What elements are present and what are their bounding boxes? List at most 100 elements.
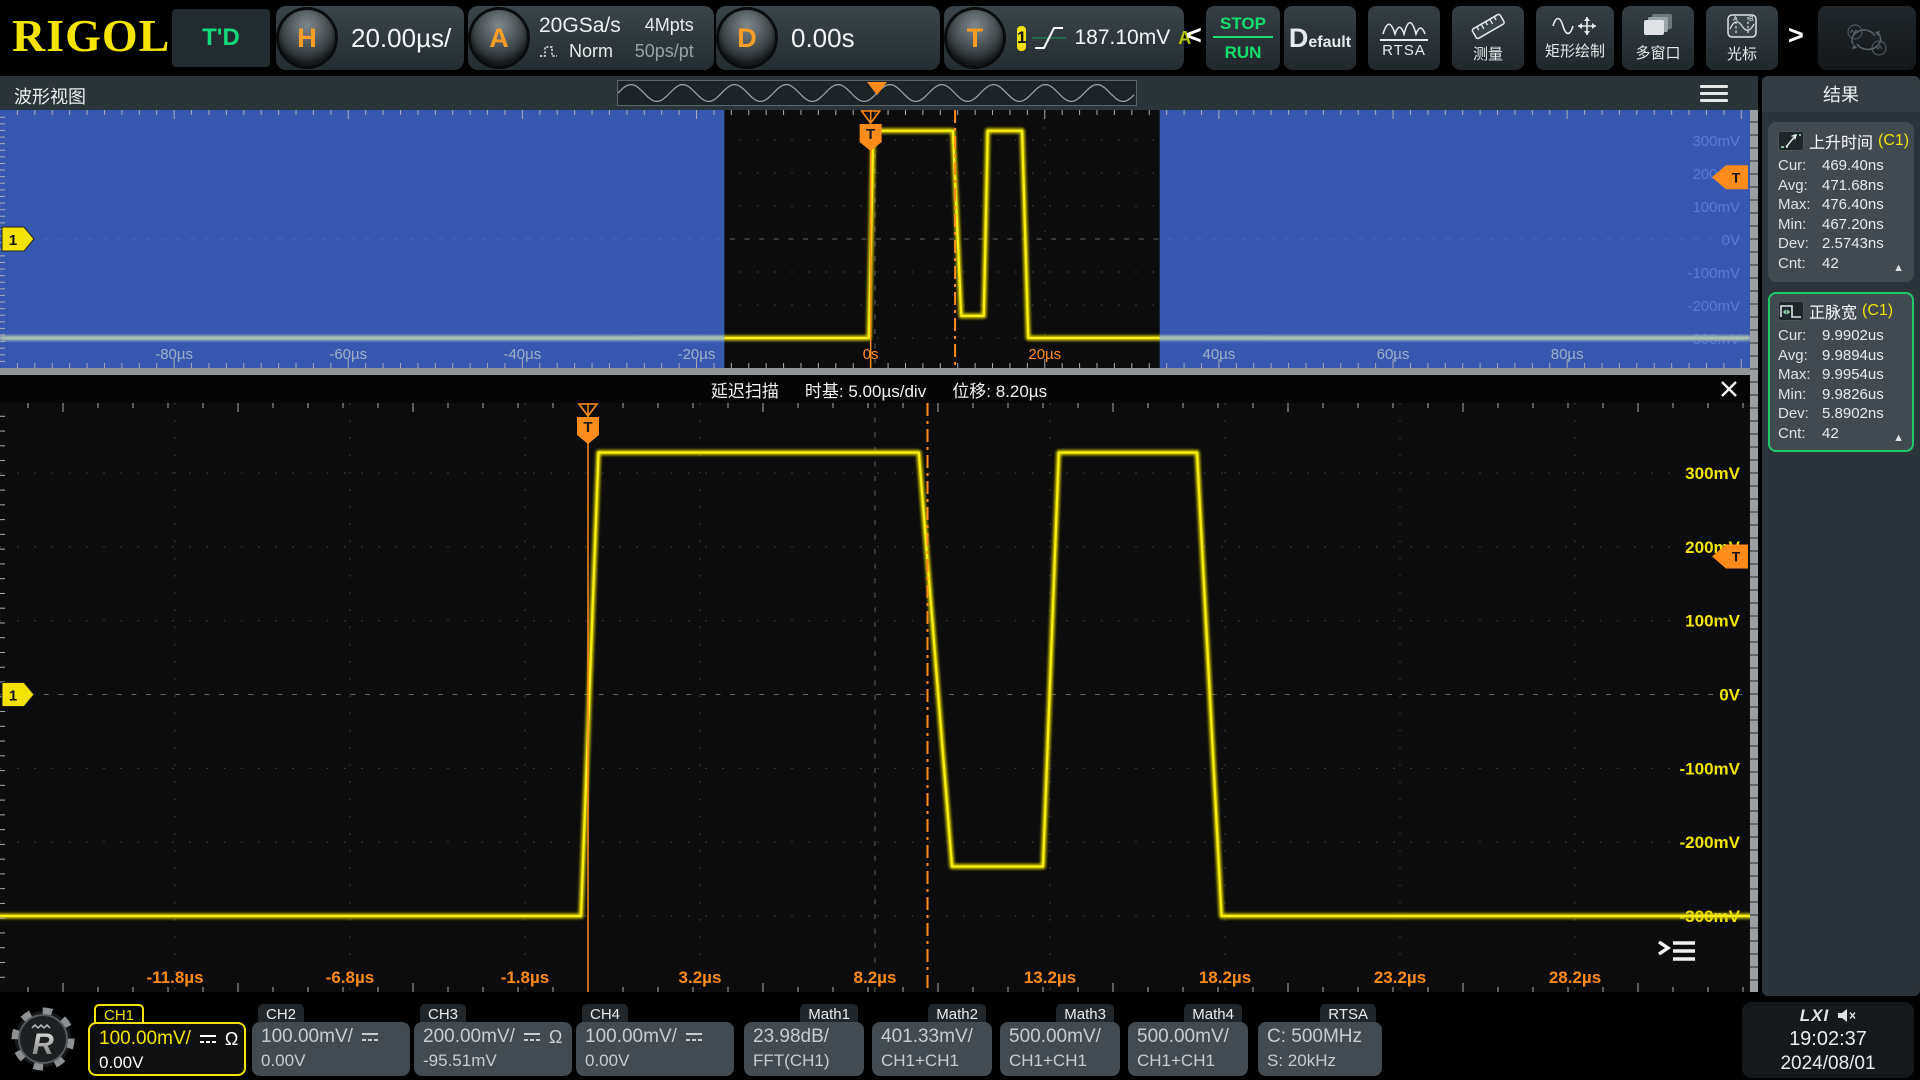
measurement-card-rise-time[interactable]: 上升时间(C1)Cur:469.40nsAvg:471.68nsMax:476.… [1768,122,1914,282]
a-knob[interactable]: A [471,10,527,66]
main-waveform-plot[interactable]: 300mV200mV100mV0V-100mV-200mV-300mV-80µs… [0,110,1750,368]
h-knob[interactable]: H [279,10,335,66]
close-icon[interactable] [1718,378,1740,400]
measurement-channel: (C1) [1862,302,1893,320]
memory-depth: 4Mpts [645,15,694,36]
draw-rect-button[interactable]: 矩形绘制 [1536,6,1614,70]
measurement-row: Dev:5.8902ns [1778,404,1904,424]
measurement-row: Max:476.40ns [1778,195,1904,215]
rigol-gear-logo[interactable]: R [8,1004,78,1074]
svg-text:0V: 0V [1719,686,1740,705]
channel-block-ch3[interactable]: CH3 200.00mV/ Ω -95.51mV [414,1004,572,1076]
timebase-value: 20.00µs/ [351,23,451,54]
svg-text:R: R [32,1028,54,1061]
svg-text:23.2µs: 23.2µs [1374,968,1426,987]
delayed-waveform-plot[interactable]: 300mV200mV100mV0V-100mV-200mV-300mV-11.8… [0,403,1750,992]
ch3-tab: CH3 [420,1004,466,1024]
measurement-row: Dev:2.5743ns [1778,234,1904,254]
cursor-label: 光标 [1727,43,1757,64]
math1-source: FFT(CH1) [753,1051,855,1071]
status-block[interactable]: LXI 19:02:37 2024/08/01 [1742,1002,1914,1078]
delay-value: 0.00s [791,23,855,54]
rise-time-icon [1778,131,1804,151]
loop-arrows-icon [1839,18,1895,58]
rtsa-span: S: 20kHz [1267,1051,1373,1071]
trigger-source-badge: 1 [1017,26,1026,51]
rtsa-label: RTSA [1380,39,1428,59]
rtsa-block[interactable]: RTSA C: 500MHz S: 20kHz [1258,1004,1382,1076]
measurement-row: Avg:9.9894us [1778,346,1904,366]
svg-text:-100mV: -100mV [1680,759,1741,778]
measurement-name: 上升时间 [1809,129,1873,153]
unzoomed-region-left [0,110,724,368]
math3-block[interactable]: Math3 500.00mV/ CH1+CH1 [1000,1004,1120,1076]
svg-text:A: A [1733,16,1738,23]
ch1-offset: 0.00V [99,1053,235,1073]
channel-block-ch2[interactable]: CH2 100.00mV/ 0.00V [252,1004,410,1076]
measure-button[interactable]: 测量 [1452,6,1524,70]
trigger-control[interactable]: T 1 187.10mV A [944,6,1184,70]
channel-block-ch1[interactable]: CH1 100.00mV/ Ω 0.00V [88,1004,246,1076]
draw-rect-icon [1551,15,1599,37]
multi-window-button[interactable]: 多窗口 [1622,6,1694,70]
math1-block[interactable]: Math1 23.98dB/ FFT(CH1) [744,1004,864,1076]
acquire-mode-icon [539,45,563,58]
acquisition-control[interactable]: A 20GSa/s Norm 4Mpts 50ps/pt [468,6,714,70]
navigator-trigger-marker[interactable] [867,82,887,95]
date: 2024/08/01 [1780,1053,1875,1075]
toolbar-next-arrow[interactable]: > [1788,20,1804,51]
measurement-row: Avg:471.68ns [1778,176,1904,196]
cursor-icon: AB [1725,12,1759,40]
svg-text:300mV: 300mV [1685,464,1740,483]
collapse-icon[interactable]: ▲ [1893,262,1904,274]
measurement-row: Max:9.9954us [1778,365,1904,385]
measurement-name: 正脉宽 [1809,299,1857,323]
measurement-channel: (C1) [1878,132,1909,150]
channel-block-ch4[interactable]: CH4 100.00mV/ 0.00V [576,1004,734,1076]
math2-block[interactable]: Math2 401.33mV/ CH1+CH1 [872,1004,992,1076]
rtsa-button[interactable]: RTSA [1368,6,1440,70]
measurement-row: Min:467.20ns [1778,215,1904,235]
svg-text:28.2µs: 28.2µs [1549,968,1601,987]
trigger-level-value: 187.10mV [1074,26,1170,50]
svg-text:100mV: 100mV [1685,612,1740,631]
waveform-view-header: 波形视图 [0,76,1758,110]
ch2-offset: 0.00V [261,1051,401,1071]
vertical-scale-ruler[interactable] [1750,110,1758,992]
horizontal-scrollbar[interactable] [0,368,1758,375]
waveform-loop-button[interactable] [1818,6,1916,70]
svg-text:3.2µs: 3.2µs [679,968,722,987]
ch4-tab: CH4 [582,1004,628,1024]
svg-text:-80µs: -80µs [155,346,193,363]
t-knob[interactable]: T [947,10,1003,66]
multi-window-icon [1640,13,1676,39]
speaker-muted-icon [1837,1008,1856,1023]
impedance-label: Ω [225,1029,238,1050]
math4-block[interactable]: Math4 500.00mV/ CH1+CH1 [1128,1004,1248,1076]
expand-menu-icon[interactable] [1656,936,1698,966]
svg-text:-60µs: -60µs [329,346,367,363]
d-knob[interactable]: D [719,10,775,66]
svg-text:T: T [1732,169,1741,185]
results-sidebar: 结果 上升时间(C1)Cur:469.40nsAvg:471.68nsMax:4… [1762,76,1920,996]
rtsa-tab: RTSA [1320,1004,1376,1024]
ch1-tab: CH1 [94,1004,144,1024]
measurement-card-pulse-width[interactable]: 正脉宽 (C1) Cur:9.9902usAvg:9.9894usMax:9.995… [1768,292,1914,452]
collapse-icon[interactable]: ▲ [1893,432,1904,444]
menu-icon[interactable] [1700,85,1728,106]
horizontal-delay-control[interactable]: D 0.00s [716,6,940,70]
horizontal-timebase-control[interactable]: H 20.00µs/ [276,6,464,70]
svg-text:T: T [1732,548,1741,564]
toolbar-prev-arrow[interactable]: < [1186,20,1202,51]
navigator-sine-icon [618,81,1136,105]
measurement-row: Cnt:42 [1778,254,1904,274]
rigol-logo: RIGOL [12,10,170,62]
waveform-navigator[interactable] [617,80,1137,106]
svg-text:18.2µs: 18.2µs [1199,968,1251,987]
measurement-row: Cur:9.9902us [1778,326,1904,346]
cursor-button[interactable]: AB 光标 [1706,6,1778,70]
svg-text:-1.8µs: -1.8µs [501,968,550,987]
impedance-label: Ω [549,1027,562,1048]
default-button[interactable]: Default [1284,6,1356,70]
stop-run-button[interactable]: STOP RUN [1206,6,1280,70]
